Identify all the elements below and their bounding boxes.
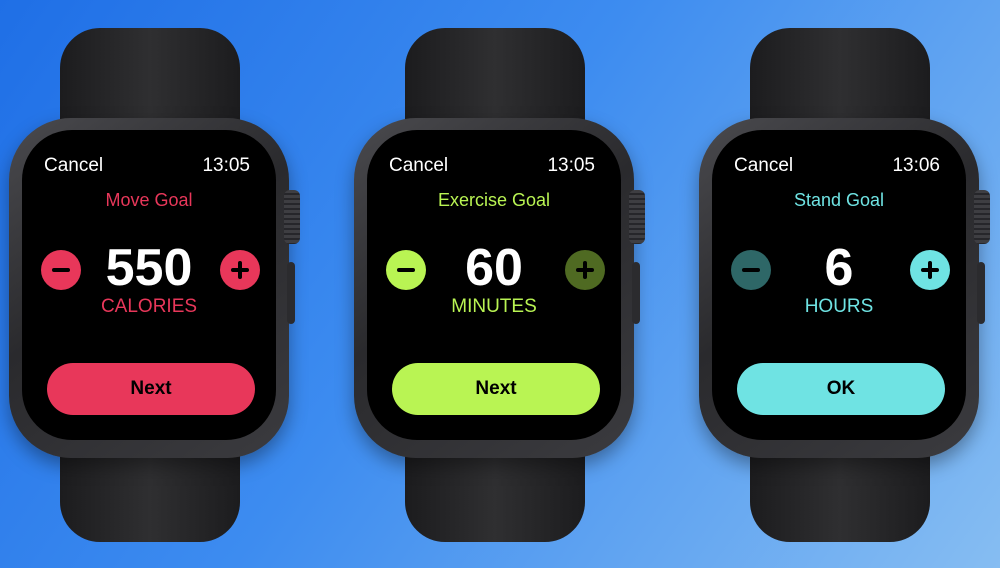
watch-exercise-goal: Cancel 13:05 Exercise Goal 60 MINUTES Ne…	[345, 0, 645, 568]
watch-move-goal: Cancel 13:05 Move Goal 550 CALORIES Next	[0, 0, 300, 568]
watch-stand-goal: Cancel 13:06 Stand Goal 6 HOURS OK	[690, 0, 990, 568]
digital-crown[interactable]	[974, 190, 990, 244]
watch-screen: Cancel 13:06 Stand Goal 6 HOURS OK	[712, 130, 966, 440]
cancel-button[interactable]: Cancel	[44, 155, 103, 177]
plus-icon	[921, 261, 939, 279]
cancel-button[interactable]: Cancel	[389, 155, 448, 177]
goal-unit: MINUTES	[451, 296, 537, 317]
clock-time: 13:06	[892, 155, 940, 176]
digital-crown[interactable]	[284, 190, 300, 244]
watch-screen: Cancel 13:05 Exercise Goal 60 MINUTES Ne…	[367, 130, 621, 440]
side-button[interactable]	[287, 262, 295, 324]
goal-title: Move Goal	[105, 190, 193, 210]
clock-time: 13:05	[547, 155, 595, 176]
increase-button[interactable]	[910, 250, 950, 290]
goal-title: Stand Goal	[793, 190, 885, 210]
next-button[interactable]: Next	[47, 363, 255, 415]
increase-button[interactable]	[220, 250, 260, 290]
goal-title: Exercise Goal	[437, 190, 551, 210]
side-button[interactable]	[977, 262, 985, 324]
goal-unit: CALORIES	[100, 296, 198, 317]
next-button[interactable]: Next	[392, 363, 600, 415]
clock-time: 13:05	[202, 155, 250, 176]
ok-button[interactable]: OK	[737, 363, 945, 415]
watch-screen: Cancel 13:05 Move Goal 550 CALORIES Next	[22, 130, 276, 440]
increase-button[interactable]	[565, 250, 605, 290]
goal-unit: HOURS	[804, 296, 874, 317]
plus-icon	[231, 261, 249, 279]
plus-icon	[576, 261, 594, 279]
digital-crown[interactable]	[629, 190, 645, 244]
cancel-button[interactable]: Cancel	[734, 155, 793, 177]
side-button[interactable]	[632, 262, 640, 324]
